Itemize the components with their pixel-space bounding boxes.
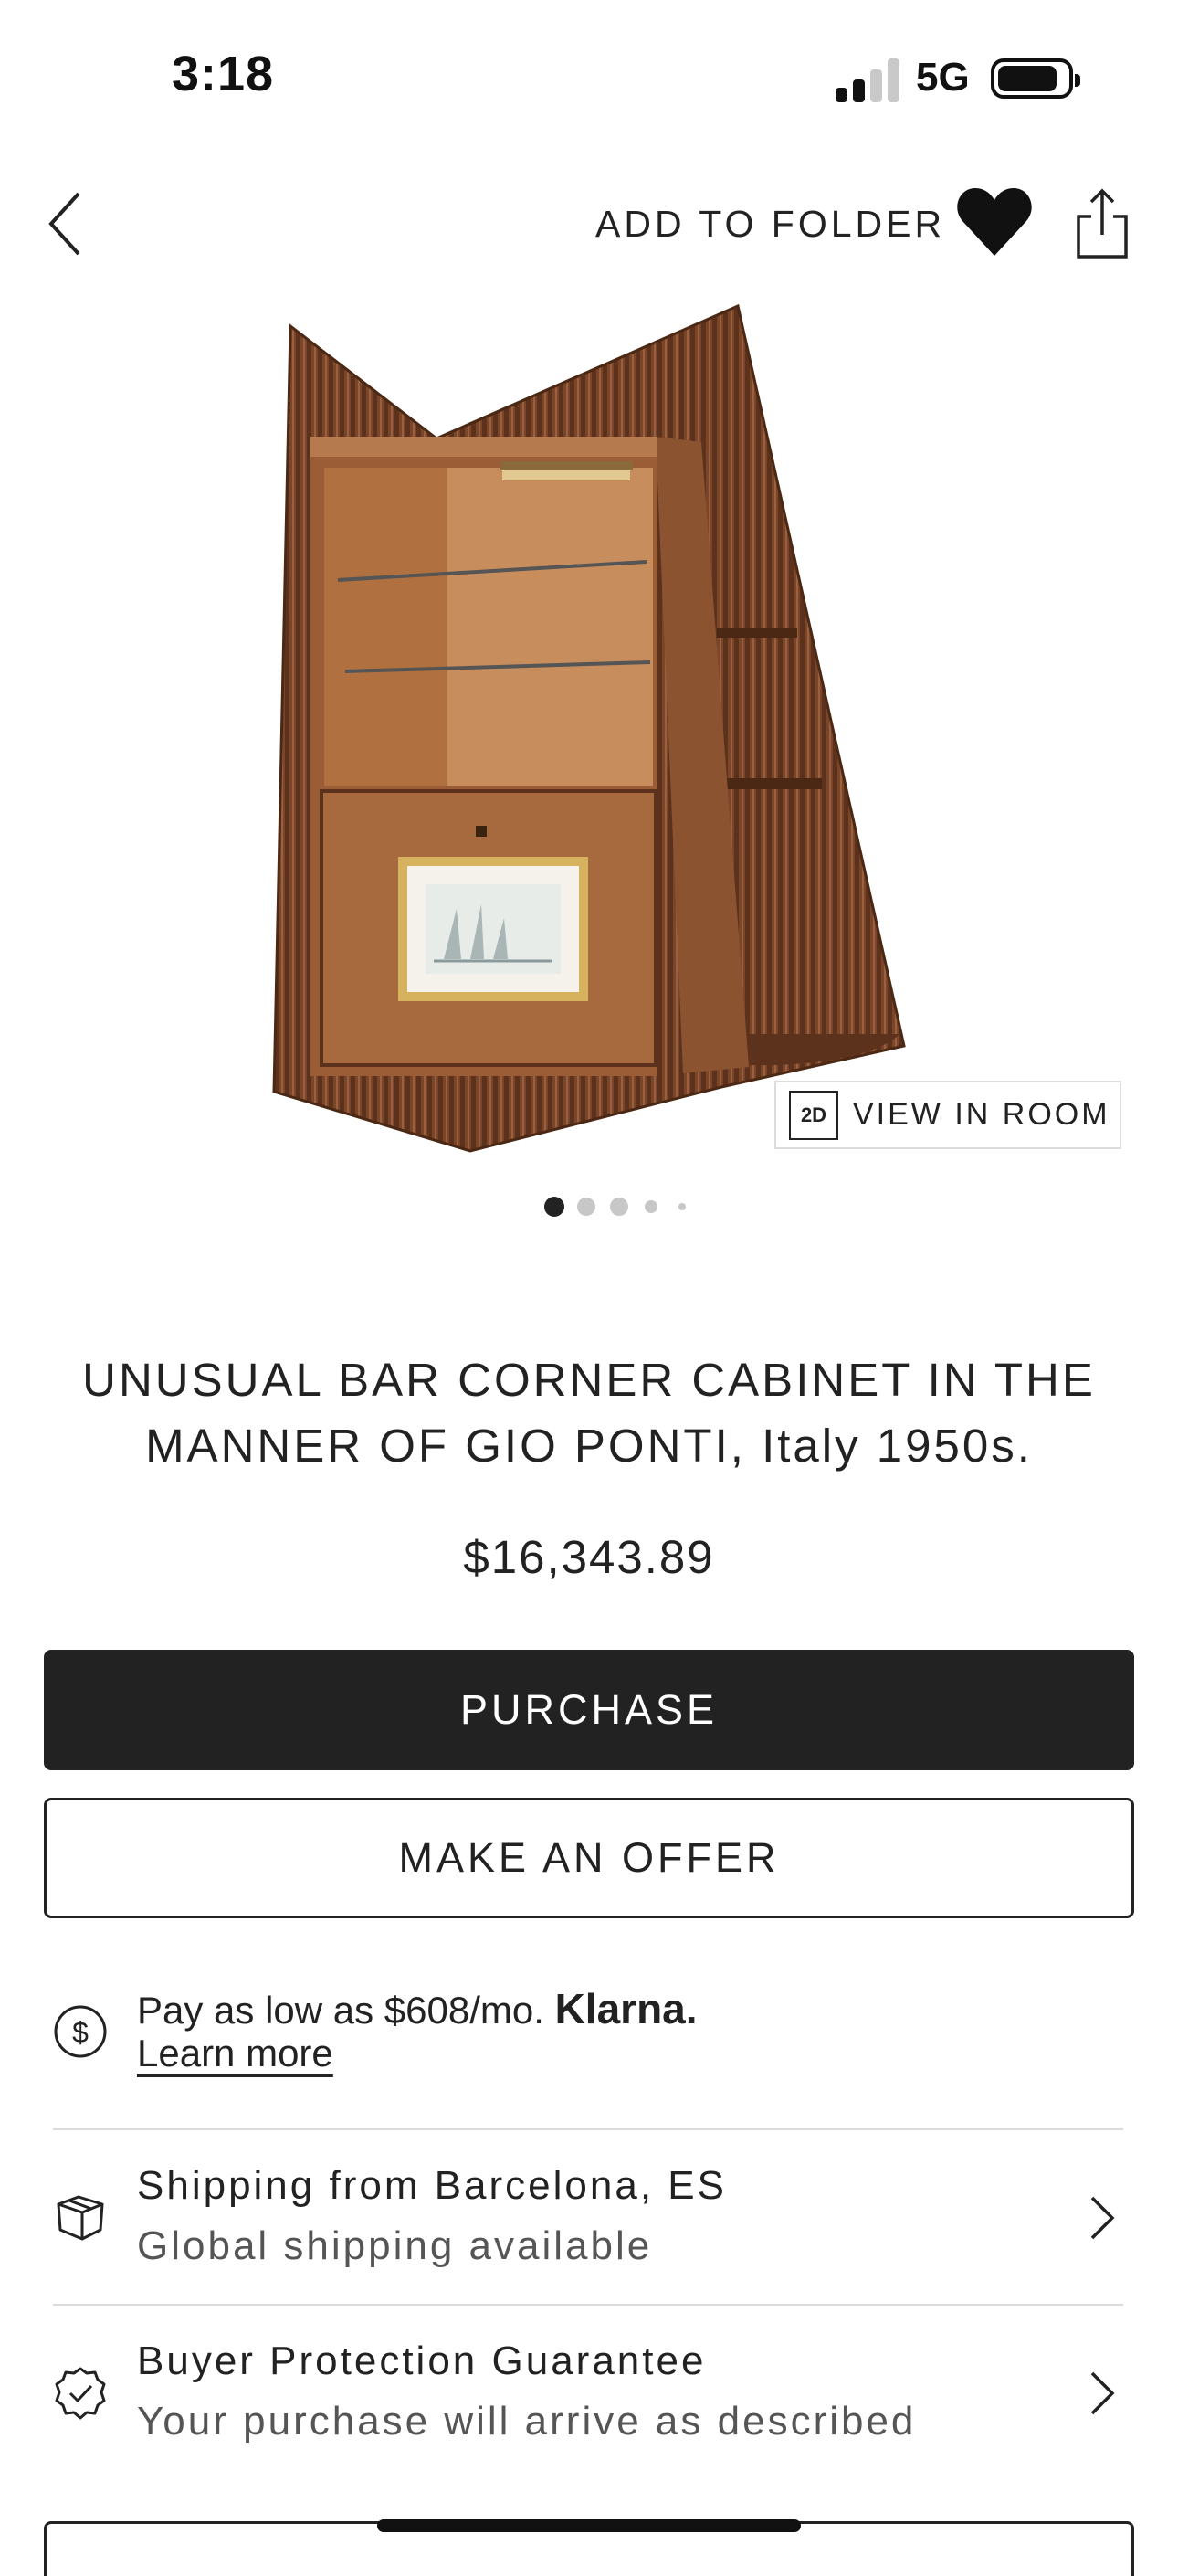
buyer-protection-row[interactable] (0, 2306, 1178, 2488)
cellular-signal-icon (836, 57, 901, 102)
buyer-protection-subtitle: Your purchase will arrive as described (137, 2399, 917, 2444)
dollar-circle-icon: $ (51, 2002, 110, 2061)
home-indicator[interactable] (377, 2519, 801, 2532)
product-title: UNUSUAL BAR CORNER CABINET IN THE MANNER… (82, 1354, 1096, 1472)
svg-text:$: $ (72, 2016, 89, 2049)
status-time: 3:18 (172, 47, 275, 101)
learn-more-link[interactable]: Learn more (137, 2032, 333, 2075)
view-in-room-button[interactable]: 2D VIEW IN ROOM (774, 1081, 1121, 1149)
pager-dot-5[interactable] (678, 1203, 686, 1210)
product-image[interactable] (247, 292, 941, 1160)
box-icon (51, 2188, 110, 2246)
add-to-folder-button[interactable]: ADD TO FOLDER (595, 203, 945, 246)
product-price: $16,343.89 (463, 1531, 715, 1583)
purchase-button-label: PURCHASE (459, 1686, 719, 1733)
purchase-button[interactable]: PURCHASE (44, 1650, 1134, 1770)
pager-dot-4[interactable] (645, 1200, 657, 1213)
battery-icon (991, 58, 1080, 99)
view-in-room-label: VIEW IN ROOM (853, 1097, 1110, 1132)
back-button[interactable] (37, 183, 100, 265)
chevron-right-icon (1083, 2366, 1120, 2421)
view-in-room-2d-icon: 2D (789, 1090, 838, 1140)
make-offer-button[interactable]: MAKE AN OFFER (44, 1798, 1134, 1918)
pager-dot-3[interactable] (610, 1198, 628, 1216)
cabinet-image (272, 303, 906, 1153)
make-offer-button-label: MAKE AN OFFER (398, 1834, 780, 1881)
share-icon (1077, 188, 1128, 259)
favorite-button[interactable] (955, 183, 1034, 261)
pager-dot-1[interactable] (544, 1197, 564, 1217)
chevron-right-icon (1083, 2191, 1120, 2245)
check-badge-icon (51, 2364, 110, 2423)
back-chevron-icon (48, 192, 80, 256)
buyer-protection-title: Buyer Protection Guarantee (137, 2338, 707, 2383)
share-button[interactable] (1073, 187, 1131, 260)
financing-text: Pay as low as $608/mo. Klarna. (137, 1984, 698, 2033)
financing-amount: Pay as low as $608/mo. (137, 1989, 544, 2032)
shipping-title: Shipping from Barcelona, ES (137, 2163, 727, 2208)
shipping-row[interactable] (0, 2130, 1178, 2304)
image-pager-dots[interactable] (544, 1197, 699, 1220)
shipping-subtitle: Global shipping available (137, 2223, 653, 2268)
network-type: 5G (916, 55, 970, 100)
heart-icon (957, 188, 1032, 256)
pager-dot-2[interactable] (577, 1198, 595, 1216)
klarna-logo: Klarna. (554, 1985, 698, 2032)
